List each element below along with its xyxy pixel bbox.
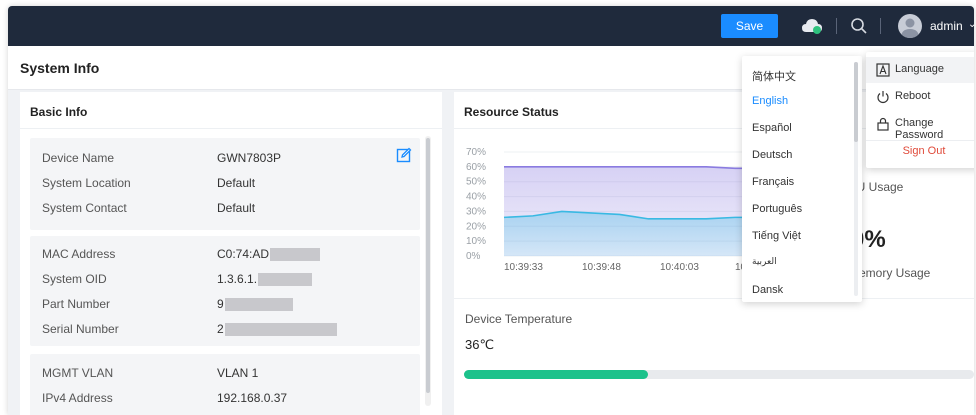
info-value: Default — [217, 176, 256, 190]
chevron-down-icon[interactable]: ⌄ — [968, 19, 974, 30]
temperature-label: Device Temperature — [465, 312, 573, 326]
scrollbar-thumb[interactable] — [854, 62, 858, 142]
info-group-network: MGMT VLAN VLAN 1 IPv4 Address 192.168.0.… — [30, 354, 420, 415]
language-option[interactable]: Français — [752, 176, 794, 188]
y-tick-label: 60% — [466, 162, 486, 173]
menu-item-label: Language — [895, 63, 944, 75]
language-option[interactable]: Español — [752, 122, 792, 134]
user-menu: Language Reboot Change Password Sign Out — [866, 52, 974, 168]
language-option[interactable]: العربية — [752, 256, 777, 267]
avatar[interactable] — [898, 14, 922, 38]
basic-info-card: Basic Info Device Name GWN7803P System L… — [20, 92, 442, 415]
info-row-serial: Serial Number 2 — [30, 322, 420, 342]
info-label: Serial Number — [42, 322, 119, 336]
divider — [836, 18, 837, 34]
language-option[interactable]: Tiếng Việt — [752, 230, 801, 242]
language-option[interactable]: Dansk — [752, 284, 783, 296]
redaction-mask — [224, 298, 293, 312]
language-icon — [876, 63, 890, 77]
card-title: Basic Info — [30, 105, 88, 119]
edit-icon[interactable] — [396, 147, 412, 163]
scrollbar-thumb[interactable] — [426, 138, 430, 393]
info-value: VLAN 1 — [217, 366, 259, 380]
y-tick-label: 20% — [466, 221, 486, 232]
temperature-value: 36℃ — [465, 337, 495, 352]
info-label: IPv4 Address — [42, 391, 113, 405]
page-title: System Info — [20, 60, 100, 76]
info-value: 9 — [217, 297, 293, 312]
redaction-mask — [224, 323, 337, 337]
temperature-bar — [464, 370, 974, 379]
divider — [880, 18, 881, 34]
info-row-oid: System OID 1.3.6.1. — [30, 272, 420, 292]
language-option[interactable]: Português — [752, 203, 802, 215]
lock-icon — [877, 117, 889, 131]
x-tick-label: 10:40:03 — [660, 262, 699, 273]
save-button[interactable]: Save — [721, 14, 778, 38]
info-label: System Location — [42, 176, 131, 190]
info-value: Default — [217, 201, 256, 215]
menu-item-label: Change Password — [895, 117, 944, 141]
y-tick-label: 40% — [466, 192, 486, 203]
temperature-bar-fill — [464, 370, 648, 379]
redaction-mask — [270, 248, 321, 262]
divider — [20, 128, 442, 129]
power-icon — [877, 91, 889, 104]
menu-item-label: Reboot — [895, 90, 931, 102]
info-value: GWN7803P — [217, 151, 282, 165]
info-label: System Contact — [42, 201, 127, 215]
app-window: Save admin ⌄ System Info Basic Info Devi… — [8, 6, 974, 415]
resource-chart: 70% 60% 50% 40% 30% 20% 10% 0% 10:39:33 10:39:48 1… — [466, 147, 764, 273]
divider — [454, 298, 974, 299]
info-label: Device Name — [42, 151, 115, 165]
card-title: Resource Status — [464, 105, 559, 119]
info-label: MAC Address — [42, 247, 116, 261]
language-option-selected[interactable]: English — [752, 95, 788, 107]
language-option[interactable]: 简体中文 — [752, 68, 796, 84]
info-value: 2 — [217, 322, 337, 337]
info-group-hardware: MAC Address C0:74:AD System OID 1.3.6.1.… — [30, 236, 420, 346]
info-row-part-number: Part Number 9 — [30, 297, 420, 317]
info-label: Part Number — [42, 297, 111, 311]
y-tick-label: 70% — [466, 147, 486, 158]
language-option[interactable]: Deutsch — [752, 149, 792, 161]
cloud-icon[interactable] — [801, 17, 823, 35]
y-tick-label: 50% — [466, 177, 486, 188]
y-tick-label: 0% — [466, 251, 481, 262]
x-tick-label: 10:39:33 — [504, 262, 543, 273]
user-menu-trigger[interactable]: admin — [930, 19, 963, 33]
y-tick-label: 10% — [466, 236, 486, 247]
search-icon[interactable] — [850, 17, 868, 35]
top-bar: Save admin ⌄ — [8, 6, 974, 46]
info-row-contact: System Contact Default — [30, 201, 420, 221]
info-row-vlan: MGMT VLAN VLAN 1 — [30, 366, 420, 386]
info-group-general: Device Name GWN7803P System Location Def… — [30, 138, 420, 230]
info-row-mac: MAC Address C0:74:AD — [30, 247, 420, 267]
menu-item-change-password[interactable]: Change Password — [866, 111, 974, 141]
info-value: 192.168.0.37 — [217, 391, 288, 405]
info-row-location: System Location Default — [30, 176, 420, 196]
language-menu: 简体中文 English Español Deutsch Français Po… — [742, 56, 862, 302]
info-value: C0:74:AD — [217, 247, 321, 262]
sign-out-button[interactable]: Sign Out — [866, 145, 974, 157]
divider — [866, 140, 974, 141]
info-row-ipv4: IPv4 Address 192.168.0.37 — [30, 391, 420, 411]
menu-item-reboot[interactable]: Reboot — [866, 84, 974, 110]
info-label: MGMT VLAN — [42, 366, 114, 380]
y-tick-label: 30% — [466, 206, 486, 217]
info-value: 1.3.6.1. — [217, 272, 313, 287]
x-tick-label: 10:39:48 — [582, 262, 621, 273]
info-row-device-name: Device Name GWN7803P — [30, 151, 420, 171]
redaction-mask — [258, 273, 313, 287]
menu-item-language[interactable]: Language — [866, 57, 974, 83]
info-label: System OID — [42, 272, 107, 286]
